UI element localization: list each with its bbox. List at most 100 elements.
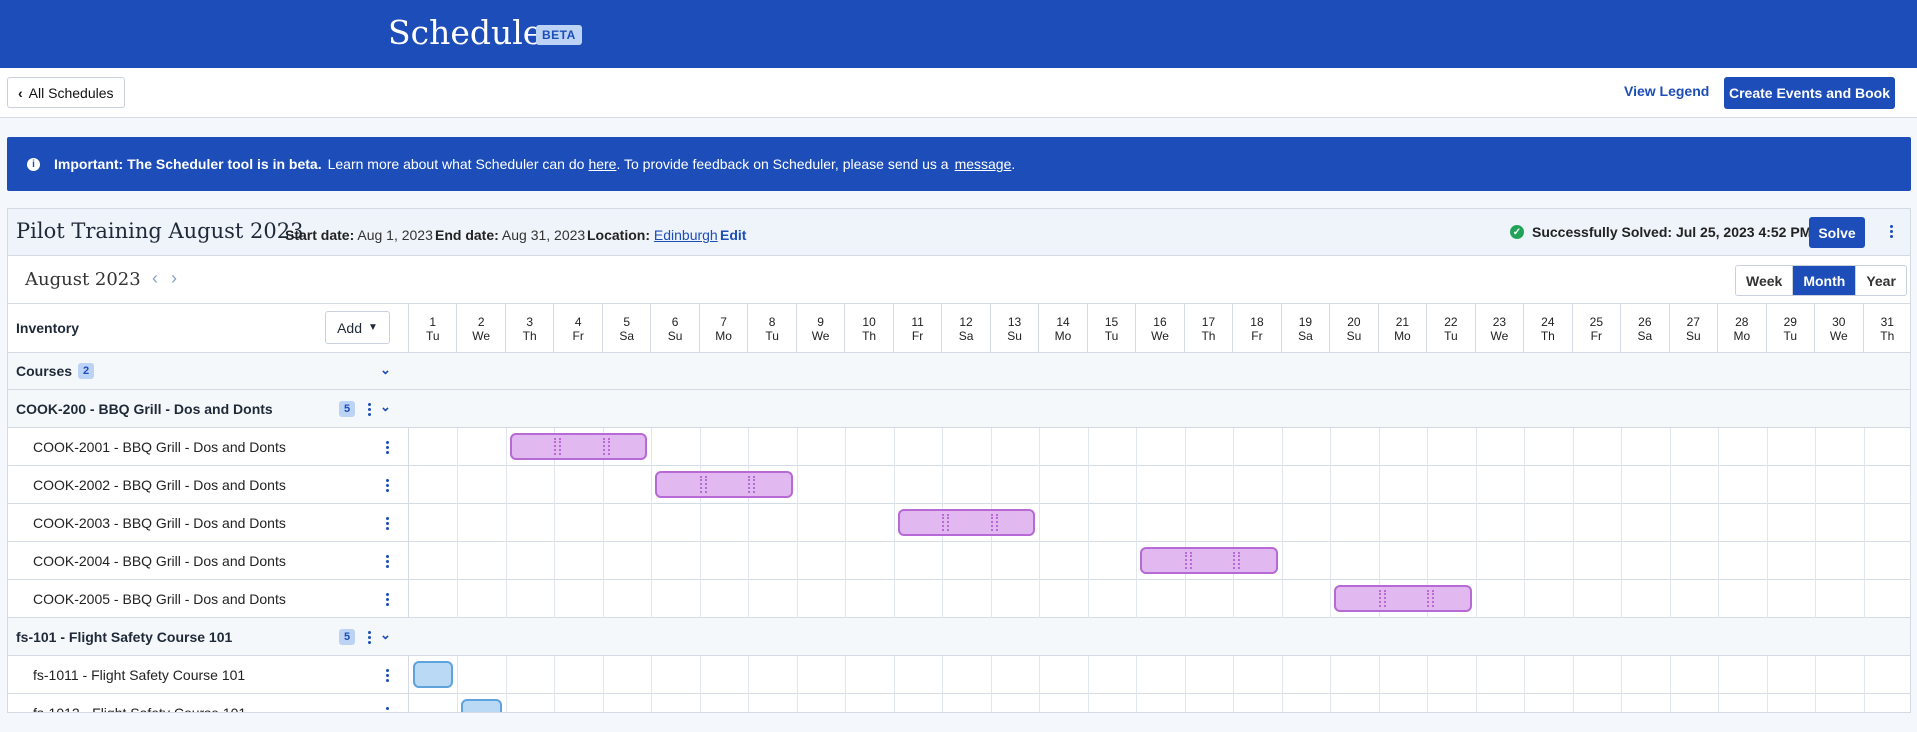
schedule-menu-icon[interactable] xyxy=(1886,225,1896,238)
view-year-button[interactable]: Year xyxy=(1856,266,1906,295)
grid-line xyxy=(748,694,750,712)
event-block[interactable] xyxy=(1334,585,1472,612)
inventory-item-row[interactable]: COOK-2001 - BBQ Grill - Dos and Donts xyxy=(8,428,409,466)
all-schedules-button[interactable]: ‹ All Schedules xyxy=(7,77,125,108)
grid-line xyxy=(796,428,798,466)
event-day-separator xyxy=(1427,590,1430,607)
location-label: Location: xyxy=(587,227,650,243)
event-block[interactable] xyxy=(1140,547,1278,574)
event-day-separator xyxy=(1432,590,1435,607)
day-weekday: Sa xyxy=(1637,329,1653,343)
inventory-item-row[interactable]: fs-1012 - Flight Safety Course 101 xyxy=(8,694,409,712)
event-block[interactable] xyxy=(897,509,1036,536)
row-menu-icon[interactable] xyxy=(382,441,392,454)
inventory-item-row[interactable]: COOK-2004 - BBQ Grill - Dos and Donts xyxy=(8,542,409,580)
event-day-separator xyxy=(947,514,950,531)
row-menu-icon[interactable] xyxy=(382,593,392,606)
end-date-value: Aug 31, 2023 xyxy=(501,227,586,243)
day-header-17: 17 Th xyxy=(1184,304,1234,353)
day-header-12: 12 Sa xyxy=(942,304,991,353)
row-menu-icon[interactable] xyxy=(382,555,392,568)
grid-line xyxy=(796,542,798,580)
prev-month-icon[interactable]: ‹ xyxy=(152,268,158,289)
solve-button[interactable]: Solve xyxy=(1809,217,1865,248)
view-legend-link[interactable]: View Legend xyxy=(1624,83,1709,99)
chevron-down-icon[interactable]: ⌄ xyxy=(380,399,391,415)
row-menu-icon[interactable] xyxy=(382,479,392,492)
schedule-grid: Inventory Add ▼ Courses 2 ⌄ COOK-200 - B… xyxy=(8,304,1910,712)
inventory-header-row: Inventory Add ▼ xyxy=(8,304,409,353)
grid-line xyxy=(554,694,556,712)
grid-line xyxy=(893,580,895,618)
edit-link[interactable]: Edit xyxy=(720,227,746,243)
grid-line xyxy=(893,656,895,694)
grid-line xyxy=(1815,466,1817,504)
banner-message-link[interactable]: message xyxy=(955,156,1012,172)
grid-line xyxy=(1281,694,1283,712)
row-menu-icon[interactable] xyxy=(382,517,392,530)
view-month-button[interactable]: Month xyxy=(1793,266,1857,295)
inventory-item-label: COOK-2002 - BBQ Grill - Dos and Donts xyxy=(33,476,286,493)
event-block[interactable] xyxy=(461,699,502,712)
inventory-item-row[interactable]: COOK-2002 - BBQ Grill - Dos and Donts xyxy=(8,466,409,504)
courses-group-row[interactable]: Courses 2 ⌄ xyxy=(8,353,409,390)
create-events-button[interactable]: Create Events and Book xyxy=(1724,77,1895,109)
event-day-separator xyxy=(1189,552,1192,569)
grid-line xyxy=(505,694,507,712)
end-date: End date: Aug 31, 2023 xyxy=(435,227,585,243)
grid-line xyxy=(505,428,507,466)
day-weekday: We xyxy=(811,329,830,343)
calendar-bar: August 2023 ‹ › Week Month Year xyxy=(8,256,1910,304)
grid-line xyxy=(1475,656,1477,694)
calendar-days-area: 1 Tu 2 We 3 Th 4 Fr 5 Sa 6 Su 7 Mo 8 Tu 9 We 10 Th 11 Fr 12 Sa 1… xyxy=(409,304,1910,712)
grid-line xyxy=(1136,504,1138,542)
course-group-row[interactable]: fs-101 - Flight Safety Course 101 5 ⌄ xyxy=(8,618,409,656)
row-menu-icon[interactable] xyxy=(382,669,392,682)
day-header-14: 14 Mo xyxy=(1039,304,1088,353)
chevron-down-icon[interactable]: ⌄ xyxy=(380,627,391,643)
add-button[interactable]: Add ▼ xyxy=(325,311,390,344)
event-block[interactable] xyxy=(413,661,454,688)
event-block[interactable] xyxy=(655,471,793,498)
grid-line xyxy=(1136,694,1138,712)
row-menu-icon[interactable] xyxy=(364,403,374,416)
grid-line xyxy=(457,542,459,580)
banner-prefix: Important: The Scheduler tool is in beta… xyxy=(54,156,322,172)
inventory-item-row[interactable]: COOK-2003 - BBQ Grill - Dos and Donts xyxy=(8,504,409,542)
grid-line xyxy=(457,428,459,466)
day-weekday: We xyxy=(1490,329,1509,343)
grid-line xyxy=(1815,542,1817,580)
day-header-4: 4 Fr xyxy=(554,304,603,353)
grid-line xyxy=(1039,656,1041,694)
grid-line xyxy=(699,656,701,694)
inventory-item-row[interactable]: COOK-2005 - BBQ Grill - Dos and Donts xyxy=(8,580,409,618)
day-number: 12 xyxy=(959,315,973,329)
row-menu-icon[interactable] xyxy=(382,707,392,712)
chevron-down-icon[interactable]: ⌄ xyxy=(380,362,391,378)
grid-line xyxy=(1281,466,1283,504)
grid-line xyxy=(1136,580,1138,618)
grid-line xyxy=(1039,694,1041,712)
toolbar: ‹ All Schedules View Legend Create Event… xyxy=(0,68,1917,118)
grid-line xyxy=(602,466,604,504)
location-link[interactable]: Edinburgh xyxy=(654,227,718,243)
grid-line xyxy=(457,656,459,694)
view-week-button[interactable]: Week xyxy=(1736,266,1794,295)
course-group-row[interactable]: COOK-200 - BBQ Grill - Dos and Donts 5 ⌄ xyxy=(8,390,409,428)
grid-line xyxy=(602,580,604,618)
grid-line xyxy=(845,694,847,712)
calendar-group-row xyxy=(409,618,1910,656)
row-menu-icon[interactable] xyxy=(364,631,374,644)
grid-line xyxy=(1184,694,1186,712)
day-header-10: 10 Th xyxy=(845,304,894,353)
event-block[interactable] xyxy=(509,433,648,460)
start-date-label: Start date: xyxy=(285,227,355,243)
banner-here-link[interactable]: here xyxy=(588,156,616,172)
next-month-icon[interactable]: › xyxy=(171,268,177,289)
day-weekday: Sa xyxy=(1298,329,1313,343)
grid-line xyxy=(942,428,944,466)
inventory-item-row[interactable]: fs-1011 - Flight Safety Course 101 xyxy=(8,656,409,694)
grid-line xyxy=(699,694,701,712)
grid-line xyxy=(1863,504,1865,542)
day-weekday: Mo xyxy=(1394,329,1411,343)
